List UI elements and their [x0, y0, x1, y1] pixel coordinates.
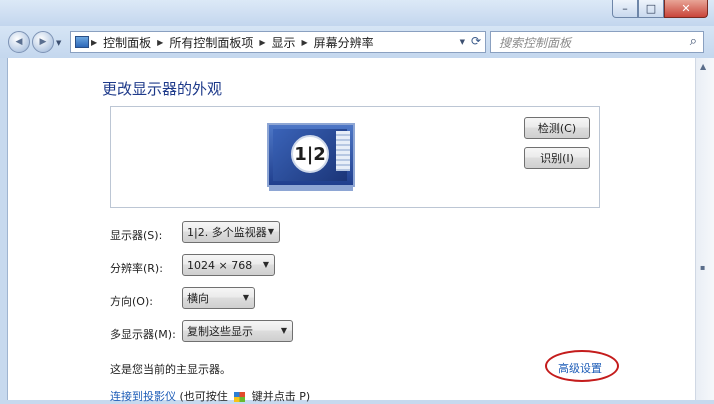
navigation-bar: ◀ ▶ ▼ ▶ 控制面板 ▶ 所有控制面板项 ▶ 显示 ▶ 屏幕分辨率 ▼ ⟳ …: [0, 26, 714, 58]
breadcrumb-control-panel[interactable]: 控制面板: [103, 34, 151, 51]
close-button[interactable]: ✕: [664, 0, 708, 18]
vertical-scrollbar[interactable]: ▲ ▪: [695, 58, 714, 400]
chevron-right-icon: ▶: [91, 37, 98, 47]
display-preview-panel: 1|2 检测(C) 识别(I): [110, 106, 600, 208]
search-icon[interactable]: ⌕: [690, 34, 697, 49]
display-label: 显示器(S):: [110, 229, 163, 242]
breadcrumb-all-items[interactable]: 所有控制面板项: [169, 34, 253, 51]
display-select-value: 1|2. 多个监视器: [187, 226, 267, 239]
resolution-select-value: 1024 × 768: [187, 258, 253, 272]
projector-hint: 连接到投影仪 (也可按住 键并点击 P): [110, 388, 310, 404]
breadcrumb-screen-resolution[interactable]: 屏幕分辨率: [314, 34, 374, 51]
advanced-settings-link[interactable]: 高级设置: [558, 360, 602, 376]
search-input[interactable]: 搜索控制面板: [499, 34, 571, 51]
projector-hint-text-2: 键并点击 P): [251, 390, 311, 403]
identify-button[interactable]: 识别(I): [524, 147, 590, 169]
resolution-label: 分辨率(R):: [110, 262, 163, 275]
forward-button[interactable]: ▶: [32, 31, 54, 53]
monitor-icon[interactable]: 1|2: [267, 123, 355, 191]
orientation-select[interactable]: 横向 ▼: [182, 287, 255, 309]
multiple-displays-select-value: 复制这些显示: [187, 325, 253, 338]
chevron-down-icon: ▼: [242, 293, 249, 302]
address-bar[interactable]: ▶ 控制面板 ▶ 所有控制面板项 ▶ 显示 ▶ 屏幕分辨率 ▼ ⟳: [70, 31, 486, 53]
page-title: 更改显示器的外观: [102, 80, 223, 98]
multiple-displays-select[interactable]: 复制这些显示 ▼: [182, 320, 293, 342]
connect-projector-link[interactable]: 连接到投影仪: [110, 390, 176, 403]
chevron-right-icon: ▶: [157, 37, 164, 47]
multiple-displays-label: 多显示器(M):: [110, 328, 176, 341]
title-bar: – □ ✕: [0, 0, 714, 26]
orientation-select-value: 横向: [187, 292, 209, 305]
back-button[interactable]: ◀: [8, 31, 30, 53]
display-select[interactable]: 1|2. 多个监视器 ▼: [182, 221, 280, 243]
back-icon: ◀: [15, 37, 23, 47]
window-controls: – □ ✕: [612, 0, 708, 18]
recent-pages-dropdown[interactable]: ▼: [56, 39, 61, 47]
monitor-number-badge: 1|2: [291, 135, 329, 173]
primary-display-text: 这是您当前的主显示器。: [110, 363, 231, 376]
refresh-icon[interactable]: ⟳: [471, 34, 481, 48]
chevron-down-icon: ▼: [280, 326, 287, 335]
orientation-label: 方向(O):: [110, 295, 153, 308]
control-panel-icon: [75, 36, 89, 48]
chevron-down-icon: ▼: [267, 227, 274, 236]
scroll-up-icon[interactable]: ▲: [700, 62, 706, 71]
breadcrumb-display[interactable]: 显示: [272, 34, 296, 51]
maximize-button[interactable]: □: [638, 0, 664, 18]
monitor-stand: [269, 187, 353, 191]
chevron-right-icon: ▶: [301, 37, 308, 47]
detect-button[interactable]: 检测(C): [524, 117, 590, 139]
resolution-select[interactable]: 1024 × 768 ▼: [182, 254, 275, 276]
projector-hint-text: (也可按住: [179, 390, 228, 403]
minimize-button[interactable]: –: [612, 0, 638, 18]
forward-icon: ▶: [39, 37, 47, 47]
windows-logo-icon: [234, 392, 246, 402]
scroll-thumb-grip-icon[interactable]: ▪: [700, 263, 705, 272]
search-box[interactable]: 搜索控制面板 ⌕: [490, 31, 704, 53]
address-dropdown-icon[interactable]: ▼: [460, 38, 465, 46]
monitor-window-graphic: [336, 131, 350, 171]
chevron-down-icon: ▼: [262, 260, 269, 269]
chevron-right-icon: ▶: [259, 37, 266, 47]
